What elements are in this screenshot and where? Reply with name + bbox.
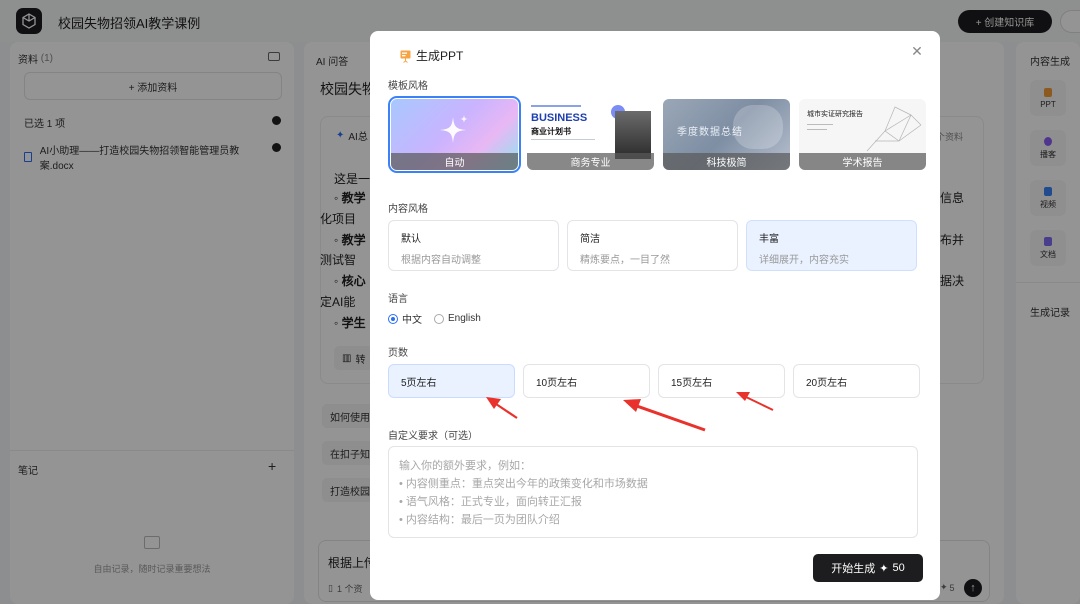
placeholder-line: 输入你的额外要求，例如： — [399, 460, 531, 472]
template-academic[interactable]: 城市实证研究报告 学术报告 — [799, 99, 926, 170]
language-label: 语言 — [388, 294, 408, 305]
template-headline: BUSINESS — [531, 112, 588, 124]
language-chinese[interactable]: 中文 — [402, 311, 422, 326]
template-caption: 科技极简 — [663, 153, 790, 170]
content-style-rich[interactable]: 丰富 详细展开，内容充实 — [746, 220, 917, 271]
start-generate-button[interactable]: 开始生成 ✦ 50 — [813, 554, 923, 582]
option-description: 精炼要点，一目了然 — [580, 255, 670, 266]
decor-line — [807, 124, 833, 125]
language-options: 中文 English — [388, 311, 481, 326]
decor-line — [807, 129, 827, 130]
placeholder-line: • 内容侧重点：重点突出今年的政策变化和市场数据 — [399, 478, 648, 490]
template-auto[interactable]: 自动 — [388, 96, 521, 173]
custom-requirements-textarea[interactable]: 输入你的额外要求，例如： • 内容侧重点：重点突出今年的政策变化和市场数据 • … — [388, 446, 918, 538]
option-title: 默认 — [401, 234, 421, 245]
template-caption: 自动 — [391, 153, 518, 170]
template-subtitle: 商业计划书 — [531, 127, 571, 136]
dialog-title: 生成PPT — [400, 47, 463, 64]
decor-line — [531, 105, 581, 107]
template-caption: 商务专业 — [527, 153, 654, 170]
decor-shape — [733, 105, 783, 149]
generate-cost: 50 — [892, 562, 905, 574]
option-description: 根据内容自动调整 — [401, 255, 481, 266]
page-count-20[interactable]: 20页左右 — [793, 364, 920, 398]
placeholder-line: • 内容结构：最后一页为团队介绍 — [399, 514, 560, 526]
placeholder-line: • 语气风格：正式专业，面向转正汇报 — [399, 496, 582, 508]
custom-requirements-label: 自定义要求（可选） — [388, 431, 478, 442]
template-business[interactable]: BUSINESS 商业计划书 商务专业 — [527, 99, 654, 170]
template-heading: 城市实证研究报告 — [807, 111, 863, 118]
generate-label: 开始生成 — [831, 563, 876, 575]
business-photo — [615, 111, 651, 159]
template-style-label: 模板风格 — [388, 81, 428, 92]
close-icon[interactable]: ✕ — [908, 42, 926, 60]
template-caption: 学术报告 — [799, 153, 926, 170]
page-count-label: 页数 — [388, 348, 408, 359]
sparkle-icon: ✦ — [879, 562, 889, 575]
option-description: 详细展开，内容充实 — [759, 255, 849, 266]
network-graphic — [866, 106, 922, 152]
content-style-concise[interactable]: 简洁 精炼要点，一目了然 — [567, 220, 738, 271]
page-count-5[interactable]: 5页左右 — [388, 364, 515, 398]
page-count-10[interactable]: 10页左右 — [523, 364, 650, 398]
generate-ppt-dialog: 生成PPT ✕ 模板风格 自动 BUSINESS 商业计划书 商务专业 季度数据… — [370, 31, 940, 600]
content-style-label: 内容风格 — [388, 204, 428, 215]
dialog-title-text: 生成PPT — [416, 49, 464, 63]
ppt-icon — [400, 50, 411, 63]
content-style-default[interactable]: 默认 根据内容自动调整 — [388, 220, 559, 271]
page-count-15[interactable]: 15页左右 — [658, 364, 785, 398]
option-title: 简洁 — [580, 234, 600, 245]
option-title: 丰富 — [759, 234, 779, 245]
decor-line — [531, 139, 595, 140]
template-tech[interactable]: 季度数据总结 科技极简 — [663, 99, 790, 170]
radio-chinese[interactable] — [388, 313, 398, 324]
sparkle-icon — [440, 115, 468, 143]
language-english[interactable]: English — [448, 313, 481, 324]
radio-english[interactable] — [434, 313, 444, 324]
